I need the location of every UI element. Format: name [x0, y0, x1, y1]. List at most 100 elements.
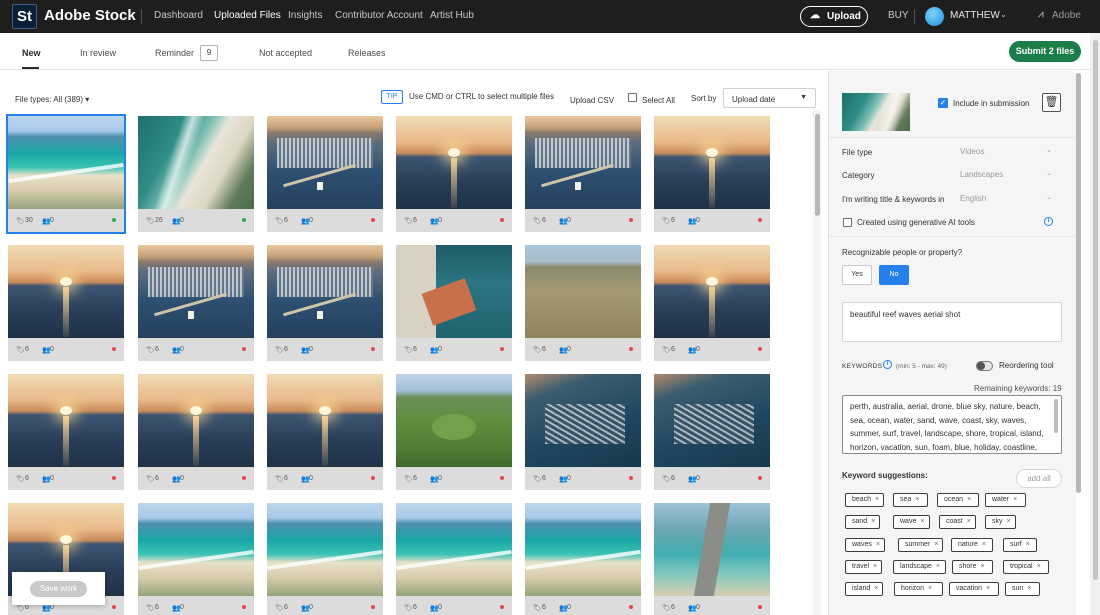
nav-dashboard[interactable]: Dashboard: [154, 10, 203, 21]
keyword-suggestion-chip[interactable]: nature ×: [951, 538, 993, 552]
tab-in-review[interactable]: In review: [80, 48, 116, 58]
file-thumbnail-card[interactable]: 🏷 6 👥 0: [138, 374, 254, 490]
generative-ai-checkbox[interactable]: [843, 218, 852, 227]
file-thumbnail-card[interactable]: 🏷 6 👥 0: [138, 503, 254, 615]
nav-artist-hub[interactable]: Artist Hub: [430, 10, 474, 21]
submit-files-button[interactable]: Submit 2 files: [1009, 41, 1081, 62]
keyword-suggestion-chip[interactable]: island ×: [845, 582, 884, 596]
file-thumbnail-card[interactable]: 🏷 6 👥 0: [138, 245, 254, 361]
file-thumbnail-card[interactable]: 🏷 6 👥 0: [8, 245, 124, 361]
file-type-select[interactable]: Videos: [960, 147, 984, 156]
include-in-submission-checkbox[interactable]: ✓: [938, 98, 948, 108]
file-thumbnail-card[interactable]: 🏷 6 👥 0: [525, 374, 641, 490]
adobe-logo-icon[interactable]: ⩘: [1038, 9, 1044, 20]
keywords-textarea[interactable]: perth, australia, aerial, drone, blue sk…: [842, 395, 1062, 454]
file-types-filter[interactable]: File types: All (389) ▾: [15, 95, 89, 104]
page-scrollbar-thumb[interactable]: [1093, 40, 1098, 580]
keyword-suggestion-chip[interactable]: tropical ×: [1003, 560, 1049, 574]
file-thumbnail-card[interactable]: 🏷 6 👥 0: [525, 245, 641, 361]
save-work-button[interactable]: Save work: [30, 581, 87, 597]
select-all-checkbox[interactable]: [628, 93, 637, 102]
chevron-down-icon[interactable]: ⌄: [1046, 193, 1052, 201]
file-thumbnail-card[interactable]: 🏷 6 👥 0: [267, 116, 383, 232]
file-thumbnail-card[interactable]: 🏷 6 👥 0: [396, 245, 512, 361]
close-icon[interactable]: ×: [936, 563, 940, 570]
close-icon[interactable]: ×: [981, 563, 985, 570]
keyword-suggestion-chip[interactable]: vacation ×: [949, 582, 999, 596]
brand-name[interactable]: Adobe Stock: [44, 7, 136, 24]
reordering-tool-toggle[interactable]: [976, 361, 993, 371]
adobe-link[interactable]: Adobe: [1052, 10, 1081, 21]
close-icon[interactable]: ×: [967, 496, 971, 503]
sort-dropdown[interactable]: Upload date ▼: [723, 88, 816, 108]
panel-scrollbar[interactable]: [1076, 73, 1081, 493]
keyword-suggestion-chip[interactable]: coast ×: [939, 515, 976, 529]
trash-icon[interactable]: 🗑: [1042, 93, 1061, 112]
nav-uploaded-files[interactable]: Uploaded Files: [214, 10, 281, 21]
upload-button[interactable]: ☁ Upload: [800, 6, 868, 27]
add-all-button[interactable]: add all: [1016, 469, 1062, 488]
keyword-suggestion-chip[interactable]: waves ×: [845, 538, 885, 552]
close-icon[interactable]: ×: [1026, 541, 1030, 548]
keyword-suggestion-chip[interactable]: ocean ×: [937, 493, 979, 507]
close-icon[interactable]: ×: [928, 585, 932, 592]
keyword-suggestion-chip[interactable]: sky ×: [985, 515, 1016, 529]
close-icon[interactable]: ×: [986, 585, 990, 592]
people-no-button[interactable]: No: [879, 265, 909, 285]
nav-contributor-account[interactable]: Contributor Account: [335, 10, 423, 21]
file-thumbnail-card[interactable]: 🏷 6 👥 0: [396, 116, 512, 232]
close-icon[interactable]: ×: [1013, 496, 1017, 503]
category-select[interactable]: Landscapes: [960, 170, 1003, 179]
file-thumbnail-card[interactable]: 🏷 6 👥 0: [654, 503, 770, 615]
keyword-suggestion-chip[interactable]: sea ×: [893, 493, 928, 507]
title-input[interactable]: beautiful reef waves aerial shot: [842, 302, 1062, 342]
grid-scrollbar-thumb[interactable]: [815, 114, 820, 216]
keyword-suggestion-chip[interactable]: summer ×: [898, 538, 944, 552]
info-icon[interactable]: i: [1044, 217, 1053, 226]
file-thumbnail-card[interactable]: 🏷 6 👥 0: [8, 374, 124, 490]
stock-logo[interactable]: St: [12, 4, 37, 29]
generative-ai-label[interactable]: Created using generative AI tools: [857, 218, 975, 227]
select-all-label[interactable]: Select All: [642, 96, 675, 105]
info-icon[interactable]: i: [883, 360, 892, 369]
people-yes-button[interactable]: Yes: [842, 265, 872, 285]
tab-not-accepted[interactable]: Not accepted: [259, 48, 312, 58]
close-icon[interactable]: ×: [934, 541, 938, 548]
close-icon[interactable]: ×: [1007, 518, 1011, 525]
keywords-scrollbar[interactable]: [1054, 399, 1058, 433]
keyword-suggestion-chip[interactable]: horizon ×: [894, 582, 943, 596]
file-thumbnail-card[interactable]: 🏷 6 👥 0: [654, 116, 770, 232]
keyword-suggestion-chip[interactable]: wave ×: [893, 515, 930, 529]
user-name[interactable]: MATTHEW: [950, 10, 1000, 21]
file-thumbnail-card[interactable]: 🏷 6 👥 0: [654, 245, 770, 361]
tab-releases[interactable]: Releases: [348, 48, 386, 58]
chevron-down-icon[interactable]: ⌄: [1046, 146, 1052, 154]
upload-csv-link[interactable]: Upload CSV: [570, 96, 614, 105]
close-icon[interactable]: ×: [871, 518, 875, 525]
file-thumbnail-card[interactable]: 🏷 30 👥 0: [6, 114, 126, 234]
file-thumbnail-card[interactable]: 🏷 6 👥 0: [396, 503, 512, 615]
file-thumbnail-card[interactable]: 🏷 6 👥 0: [267, 503, 383, 615]
keyword-suggestion-chip[interactable]: sand ×: [845, 515, 881, 529]
tab-reminder[interactable]: Reminder: [155, 48, 194, 58]
close-icon[interactable]: ×: [875, 496, 879, 503]
close-icon[interactable]: ×: [1037, 563, 1041, 570]
close-icon[interactable]: ×: [873, 563, 877, 570]
close-icon[interactable]: ×: [874, 585, 878, 592]
include-in-submission-label[interactable]: Include in submission: [953, 99, 1029, 108]
file-thumbnail-card[interactable]: 🏷 6 👥 0: [654, 374, 770, 490]
file-thumbnail-card[interactable]: 🏷 26 👥 0: [138, 116, 254, 232]
file-thumbnail-card[interactable]: 🏷 6 👥 0: [396, 374, 512, 490]
keyword-suggestion-chip[interactable]: travel ×: [845, 560, 883, 574]
close-icon[interactable]: ×: [1027, 585, 1031, 592]
chevron-down-icon[interactable]: ⌄: [1046, 169, 1052, 177]
close-icon[interactable]: ×: [967, 518, 971, 525]
buy-link[interactable]: BUY: [888, 10, 909, 21]
file-thumbnail-card[interactable]: 🏷 6 👥 0: [267, 245, 383, 361]
close-icon[interactable]: ×: [915, 496, 919, 503]
file-thumbnail-card[interactable]: 🏷 6 👥 0: [267, 374, 383, 490]
close-icon[interactable]: ×: [876, 541, 880, 548]
keyword-suggestion-chip[interactable]: beach ×: [845, 493, 885, 507]
keyword-suggestion-chip[interactable]: water ×: [985, 493, 1026, 507]
keyword-suggestion-chip[interactable]: shore ×: [952, 560, 993, 574]
